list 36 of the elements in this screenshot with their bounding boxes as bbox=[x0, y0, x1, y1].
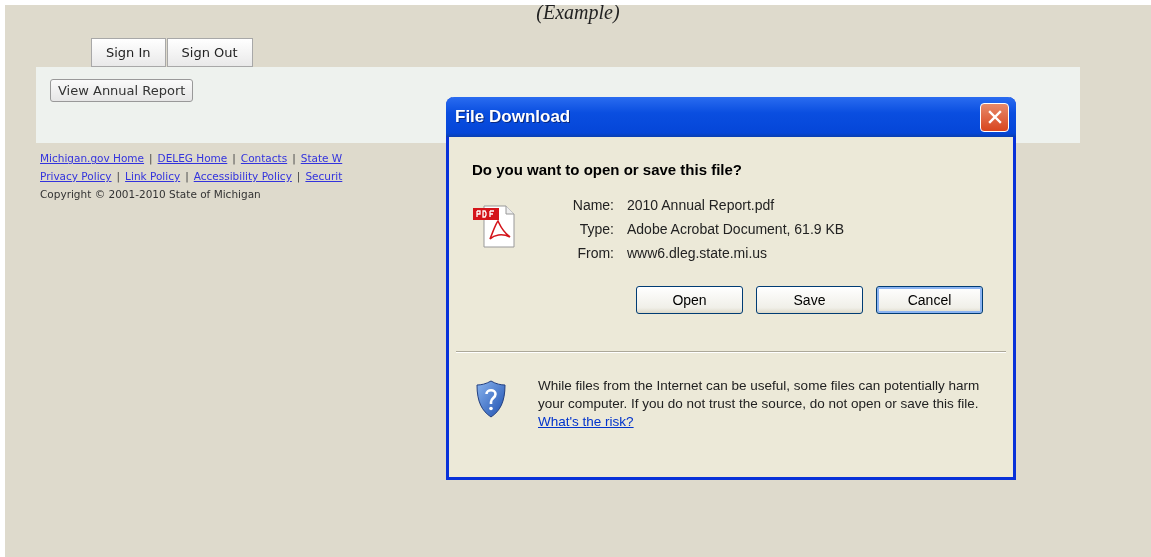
dialog-button[interactable]: Cancel bbox=[876, 286, 983, 314]
separator-text: | bbox=[292, 151, 296, 167]
separator-text: | bbox=[296, 169, 301, 185]
pdf-file-icon bbox=[472, 203, 516, 249]
auth-button[interactable]: Sign In bbox=[91, 38, 166, 67]
footer-link[interactable]: Securit bbox=[305, 167, 343, 185]
field-label: From: bbox=[576, 245, 614, 261]
field-label: Type: bbox=[578, 221, 614, 237]
footer-link[interactable]: Contacts bbox=[240, 149, 288, 167]
risk-link[interactable]: What's the risk? bbox=[538, 414, 634, 429]
copyright-text: Copyright © 2001-2010 State of Michigan bbox=[40, 187, 262, 202]
close-icon bbox=[987, 110, 1002, 124]
separator-text: | bbox=[185, 169, 189, 185]
footer-link[interactable]: State W bbox=[300, 149, 343, 167]
field-label: Name: bbox=[571, 197, 614, 213]
view-report-button[interactable]: View Annual Report bbox=[50, 79, 194, 102]
field-value: 2010 Annual Report.pdf bbox=[627, 197, 776, 213]
auth-button[interactable]: Sign Out bbox=[166, 38, 253, 67]
field-value: Adobe Acrobat Document, 61.9 KB bbox=[627, 221, 845, 237]
footer-link[interactable]: Link Policy bbox=[125, 167, 181, 185]
dialog-title: File Download bbox=[455, 107, 571, 127]
page-caption: (Example) bbox=[535, 5, 621, 23]
footer-link[interactable]: Privacy Policy bbox=[40, 167, 112, 185]
separator-text: | bbox=[149, 151, 153, 167]
field-value: www6.dleg.state.mi.us bbox=[627, 245, 769, 261]
footer-link[interactable]: Michigan.gov Home bbox=[40, 149, 145, 167]
separator-text: | bbox=[232, 151, 236, 167]
shield-help-icon bbox=[476, 380, 506, 418]
security-warning-text: While files from the Internet can be useful, some files can potentially harm your computer. If you do not trust the source, do not open or save this file. What's the risk? bbox=[538, 377, 981, 431]
dialog-button[interactable]: Save bbox=[756, 286, 863, 314]
dialog-question: Do you want to open or save this file? bbox=[472, 161, 744, 178]
separator-text: | bbox=[116, 169, 121, 185]
footer-link[interactable]: Accessibility Policy bbox=[193, 167, 292, 185]
footer-link[interactable]: DELEG Home bbox=[157, 149, 228, 167]
dialog-button[interactable]: Open bbox=[636, 286, 743, 314]
close-button[interactable] bbox=[980, 102, 1009, 132]
